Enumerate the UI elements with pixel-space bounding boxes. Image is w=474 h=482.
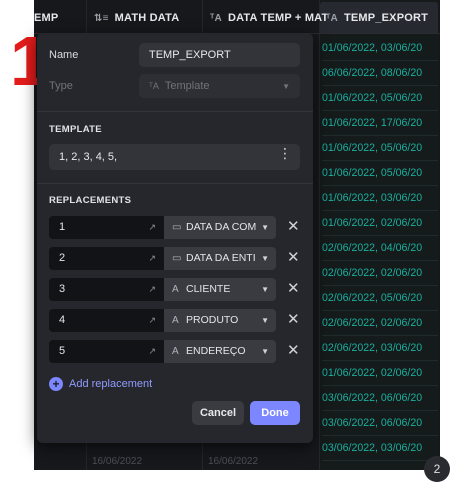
column-header-temp-export[interactable]: ᵀA TEMP_EXPORT (326, 4, 428, 32)
text-icon: A (172, 315, 179, 326)
replacement-field-value: ENDEREÇO (186, 345, 246, 357)
formula-icon: ⇅≡ (94, 12, 109, 24)
table-cell[interactable]: 01/06/2022, 05/06/20 (322, 86, 438, 111)
replacement-field-value: CLIENTE (186, 283, 231, 295)
add-replacement-label: Add replacement (69, 378, 153, 390)
chevron-down-icon: ▼ (261, 285, 269, 294)
replacement-field-value: DATA DA ENTI (186, 252, 256, 264)
replacement-key-value: 1 (59, 221, 66, 233)
arrow-icon: ↗ (148, 315, 156, 325)
type-select-value: Template (164, 80, 210, 92)
table-cell[interactable]: 06/06/2022, 08/06/20 (322, 61, 438, 86)
table-cell[interactable]: 02/06/2022, 02/06/20 (322, 311, 438, 336)
replacements-section-title: REPLACEMENTS (49, 195, 132, 206)
column-divider (319, 0, 320, 470)
table-cell: 16/06/2022 (208, 456, 259, 467)
replacement-field-select[interactable]: A CLIENTE ▼ (164, 278, 276, 301)
replacement-field-select[interactable]: ▭ DATA DA ENTI ▼ (164, 247, 276, 270)
section-divider (37, 111, 313, 112)
replacement-key-input[interactable]: 4 ↗ (49, 309, 164, 332)
text-icon: A (172, 284, 179, 295)
name-input-value: TEMP_EXPORT (149, 49, 231, 61)
chevron-down-icon: ▼ (261, 316, 269, 325)
replacement-key-input[interactable]: 5 ↗ (49, 340, 164, 363)
table-cell[interactable]: 02/06/2022, 05/06/20 (322, 286, 438, 311)
column-header-label: TEMP_EXPORT (343, 12, 429, 24)
arrow-icon: ↗ (148, 346, 156, 356)
table-cell[interactable]: 01/06/2022, 17/06/20 (322, 111, 438, 136)
name-input[interactable]: TEMP_EXPORT (139, 43, 300, 67)
chevron-down-icon: ▼ (282, 81, 290, 91)
more-options-icon[interactable]: ⋮ (278, 146, 292, 160)
replacement-key-value: 4 (59, 314, 66, 326)
table-cell[interactable]: 02/06/2022, 04/06/20 (322, 236, 438, 261)
table-cell[interactable]: 01/06/2022, 05/06/20 (322, 136, 438, 161)
close-icon[interactable]: ✕ (287, 217, 300, 237)
table-cell[interactable]: 03/06/2022, 03/06/20 (322, 436, 438, 461)
template-section-title: TEMPLATE (49, 124, 102, 135)
chevron-down-icon: ▼ (261, 347, 269, 356)
replacement-key-input[interactable]: 3 ↗ (49, 278, 164, 301)
replacement-field-value: DATA DA COM (186, 221, 257, 233)
table-cell[interactable]: 02/06/2022, 02/06/20 (322, 261, 438, 286)
calendar-icon: ▭ (172, 222, 182, 233)
replacement-field-select[interactable]: ▭ DATA DA COM ▼ (164, 216, 276, 239)
text-icon: ᵀA (326, 12, 338, 24)
column-header-data-temp[interactable]: ᵀA DATA TEMP + MAT (210, 4, 328, 32)
table-cell: 16/06/2022 (92, 456, 143, 467)
close-icon[interactable]: ✕ (287, 310, 300, 330)
close-icon[interactable]: ✕ (287, 341, 300, 361)
table-cell[interactable]: 02/06/2022, 03/06/20 (322, 336, 438, 361)
chevron-down-icon: ▼ (261, 223, 269, 232)
plus-icon: + (49, 377, 63, 391)
replacement-key-input[interactable]: 2 ↗ (49, 247, 164, 270)
replacement-key-value: 5 (59, 345, 66, 357)
column-header-label: DATA TEMP + MAT (227, 12, 329, 24)
table-cell[interactable]: 03/06/2022, 06/06/20 (322, 386, 438, 411)
arrow-icon: ↗ (148, 253, 156, 263)
column-header-label: MATH DATA (114, 12, 180, 24)
table-cell[interactable]: 01/06/2022, 05/06/20 (322, 161, 438, 186)
text-icon: ᵀA (149, 81, 159, 91)
edit-column-dialog: Name TEMP_EXPORT Type ᵀA Template ▼ TEMP… (37, 33, 313, 443)
section-divider (37, 183, 313, 184)
table-cell[interactable]: 01/06/2022, 03/06/20 (322, 36, 438, 61)
arrow-icon: ↗ (148, 284, 156, 294)
replacement-key-value: 3 (59, 283, 66, 295)
table-cell[interactable]: 01/06/2022, 03/06/20 (322, 186, 438, 211)
calendar-icon: ▭ (172, 253, 182, 264)
column-header-math-data[interactable]: ⇅≡ MATH DATA (94, 4, 179, 32)
done-button[interactable]: Done (250, 401, 300, 425)
name-label: Name (49, 49, 79, 61)
type-label: Type (49, 80, 73, 92)
arrow-icon: ↗ (148, 222, 156, 232)
table-cell[interactable]: 03/06/2022, 06/06/20 (322, 411, 438, 436)
chevron-down-icon: ▼ (261, 254, 269, 263)
replacement-key-input[interactable]: 1 ↗ (49, 216, 164, 239)
text-icon: A (172, 346, 179, 357)
cancel-button[interactable]: Cancel (192, 401, 244, 425)
text-icon: ᵀA (210, 12, 222, 24)
replacement-field-select[interactable]: A PRODUTO ▼ (164, 309, 276, 332)
replacement-field-select[interactable]: A ENDEREÇO ▼ (164, 340, 276, 363)
close-icon[interactable]: ✕ (287, 279, 300, 299)
table-cell[interactable]: 01/06/2022, 02/06/20 (322, 361, 438, 386)
replacement-key-value: 2 (59, 252, 66, 264)
close-icon[interactable]: ✕ (287, 248, 300, 268)
type-select[interactable]: ᵀA Template ▼ (139, 74, 300, 98)
template-input[interactable]: 1, 2, 3, 4, 5, ⋮ (49, 144, 300, 170)
replacement-field-value: PRODUTO (186, 314, 239, 326)
template-input-value: 1, 2, 3, 4, 5, (59, 151, 118, 163)
corner-badge[interactable]: 2 (424, 456, 450, 482)
add-replacement-button[interactable]: + Add replacement (49, 377, 152, 391)
table-cell[interactable]: 01/06/2022, 02/06/20 (322, 211, 438, 236)
